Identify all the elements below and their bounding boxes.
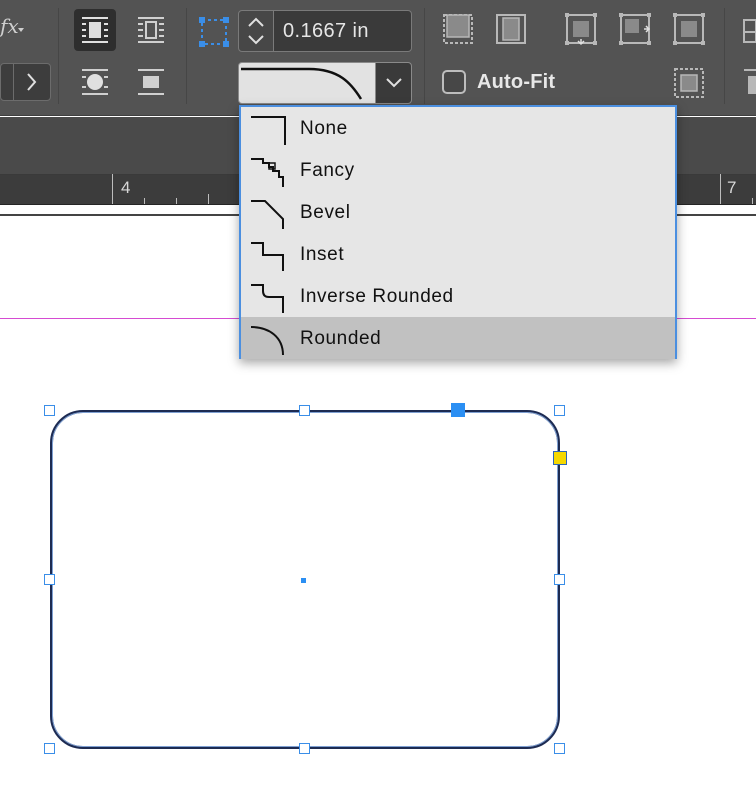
- corner-bevel-icon: [251, 200, 284, 229]
- resize-handle-left[interactable]: [44, 574, 55, 585]
- divider: [58, 8, 59, 104]
- resize-handle-top-left[interactable]: [44, 405, 55, 416]
- wrap-around-object-button[interactable]: [74, 61, 116, 103]
- fit-content-to-frame-icon[interactable]: [564, 12, 598, 46]
- corner-shape-dropdown-button[interactable]: [375, 62, 412, 104]
- menu-item-label: Rounded: [300, 328, 382, 349]
- content-grabber-handle[interactable]: [451, 403, 465, 417]
- resize-handle-top-right[interactable]: [554, 405, 565, 416]
- menu-item-label: Bevel: [300, 202, 351, 223]
- wrap-around-shape-button[interactable]: [130, 9, 172, 51]
- next-button[interactable]: [13, 63, 51, 101]
- fit-frame-to-content-icon[interactable]: [618, 12, 652, 46]
- resize-handle-right[interactable]: [554, 574, 565, 585]
- resize-handle-bottom-right[interactable]: [554, 743, 565, 754]
- frame-center-point: [301, 578, 306, 583]
- ruler-label-7: 7: [727, 178, 737, 197]
- corner-shape-menu: None Fancy Bevel Inset Inverse Rounded R…: [239, 105, 677, 359]
- align-icon[interactable]: [740, 14, 756, 48]
- effects-button[interactable]: fx: [0, 14, 19, 38]
- auto-fit-checkbox[interactable]: [442, 70, 466, 94]
- resize-handle-top[interactable]: [299, 405, 310, 416]
- menu-item-inset[interactable]: Inset: [241, 233, 675, 275]
- corner-size-input[interactable]: 0.1667 in: [273, 10, 412, 52]
- resize-handle-bottom[interactable]: [299, 743, 310, 754]
- fill-frame-proportionally-icon[interactable]: [441, 12, 475, 46]
- menu-item-rounded[interactable]: Rounded: [241, 317, 675, 359]
- ruler-tick: [176, 198, 177, 204]
- menu-item-label: Fancy: [300, 160, 355, 181]
- corner-inset-icon: [251, 242, 284, 271]
- menu-item-bevel[interactable]: Bevel: [241, 191, 675, 233]
- resize-handle-bottom-left[interactable]: [44, 743, 55, 754]
- corner-rounded-preview-icon: [241, 67, 363, 100]
- jump-object-button[interactable]: [130, 61, 172, 103]
- indesign-window: fx 0.1667 in Auto-Fit 4 7 None Fancy Bev…: [0, 0, 756, 806]
- ruler-label-4: 4: [121, 178, 131, 197]
- text-wrap-ellipse-icon: [82, 69, 108, 95]
- ruler-tick: [720, 174, 721, 204]
- stepper-arrows-icon: [248, 17, 264, 45]
- content-aware-fit-icon[interactable]: [672, 66, 706, 100]
- corner-none-icon: [251, 116, 286, 145]
- ruler-tick: [112, 174, 113, 204]
- divider: [186, 8, 187, 104]
- text-wrap-box-icon: [82, 17, 108, 43]
- reference-point-icon[interactable]: [198, 16, 230, 48]
- ruler-tick: [208, 194, 209, 204]
- fit-content-proportionally-icon[interactable]: [494, 12, 528, 46]
- ruler-tick: [752, 198, 753, 204]
- corner-shape-select[interactable]: [238, 62, 376, 104]
- ruler-tick: [144, 198, 145, 204]
- text-wrap-jump-icon: [138, 69, 164, 95]
- text-wrap-columns-icon: [138, 17, 164, 43]
- control-bar: fx 0.1667 in Auto-Fit: [0, 0, 756, 116]
- corner-fancy-icon: [251, 158, 284, 187]
- chevron-down-icon: [18, 28, 24, 32]
- live-corner-handle[interactable]: [553, 451, 567, 465]
- corner-inverse-rounded-icon: [251, 284, 284, 313]
- menu-item-fancy[interactable]: Fancy: [241, 149, 675, 191]
- menu-item-label: None: [300, 118, 348, 139]
- auto-fit-label: Auto-Fit: [477, 71, 556, 93]
- corner-size-stepper[interactable]: [238, 10, 274, 52]
- divider: [724, 8, 725, 104]
- menu-item-label: Inverse Rounded: [300, 286, 454, 307]
- menu-item-inverse-rounded[interactable]: Inverse Rounded: [241, 275, 675, 317]
- center-content-icon[interactable]: [672, 12, 706, 46]
- corner-rounded-icon: [250, 326, 284, 355]
- chevron-down-icon: [385, 78, 402, 88]
- menu-item-label: Inset: [300, 244, 345, 265]
- chevron-right-icon: [27, 73, 37, 91]
- divider: [424, 8, 425, 104]
- wrap-around-bounding-box-button[interactable]: [74, 9, 116, 51]
- distribute-icon[interactable]: [740, 66, 756, 100]
- menu-item-none[interactable]: None: [241, 107, 675, 149]
